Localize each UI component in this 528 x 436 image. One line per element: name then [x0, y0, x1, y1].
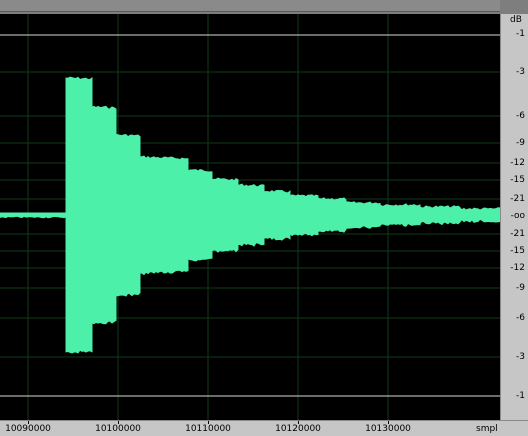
- db-tick-label: -9: [516, 283, 525, 293]
- db-tick-label: -12: [510, 263, 525, 273]
- audio-editor-view: dB -1 -3 -6 -9 -12 -15 -21 -oo -21 -15 -12 -9 -6 -3 -1…: [0, 0, 528, 436]
- time-tick-label: 10100000: [95, 424, 141, 434]
- db-tick-label: -1: [516, 391, 525, 401]
- db-tick-label: -15: [510, 246, 525, 256]
- scrollbar-track[interactable]: [0, 0, 500, 12]
- db-tick-label: -9: [516, 138, 525, 148]
- db-ruler: dB -1 -3 -6 -9 -12 -15 -21 -oo -21 -15 -12 -9 -6 -3 -1: [500, 14, 528, 420]
- time-unit-label: smpl: [476, 424, 498, 434]
- waveform-canvas[interactable]: [0, 14, 500, 420]
- db-tick-label: -15: [510, 175, 525, 185]
- time-tick-label: 10120000: [275, 424, 321, 434]
- time-tick-mark: [388, 421, 389, 424]
- db-tick-label: -6: [516, 111, 525, 121]
- waveform-display[interactable]: [0, 14, 500, 420]
- db-tick-label: -6: [516, 313, 525, 323]
- db-tick-label: -3: [516, 352, 525, 362]
- time-tick-label: 10090000: [5, 424, 51, 434]
- time-tick-mark: [298, 421, 299, 424]
- time-tick-mark: [208, 421, 209, 424]
- time-tick-mark: [118, 421, 119, 424]
- db-tick-label: -21: [510, 229, 525, 239]
- db-tick-label: -1: [516, 29, 525, 39]
- db-tick-label: -oo: [510, 211, 525, 221]
- time-tick-label: 10110000: [185, 424, 231, 434]
- time-tick-label: 10130000: [365, 424, 411, 434]
- db-tick-label: -21: [510, 194, 525, 204]
- db-unit-label: dB: [510, 15, 522, 25]
- db-tick-label: -3: [516, 67, 525, 77]
- window-top-strip: [0, 0, 528, 14]
- db-tick-label: -12: [510, 158, 525, 168]
- time-tick-mark: [28, 421, 29, 424]
- time-ruler: 10090000 10100000 10110000 10120000 10130000…: [0, 420, 528, 436]
